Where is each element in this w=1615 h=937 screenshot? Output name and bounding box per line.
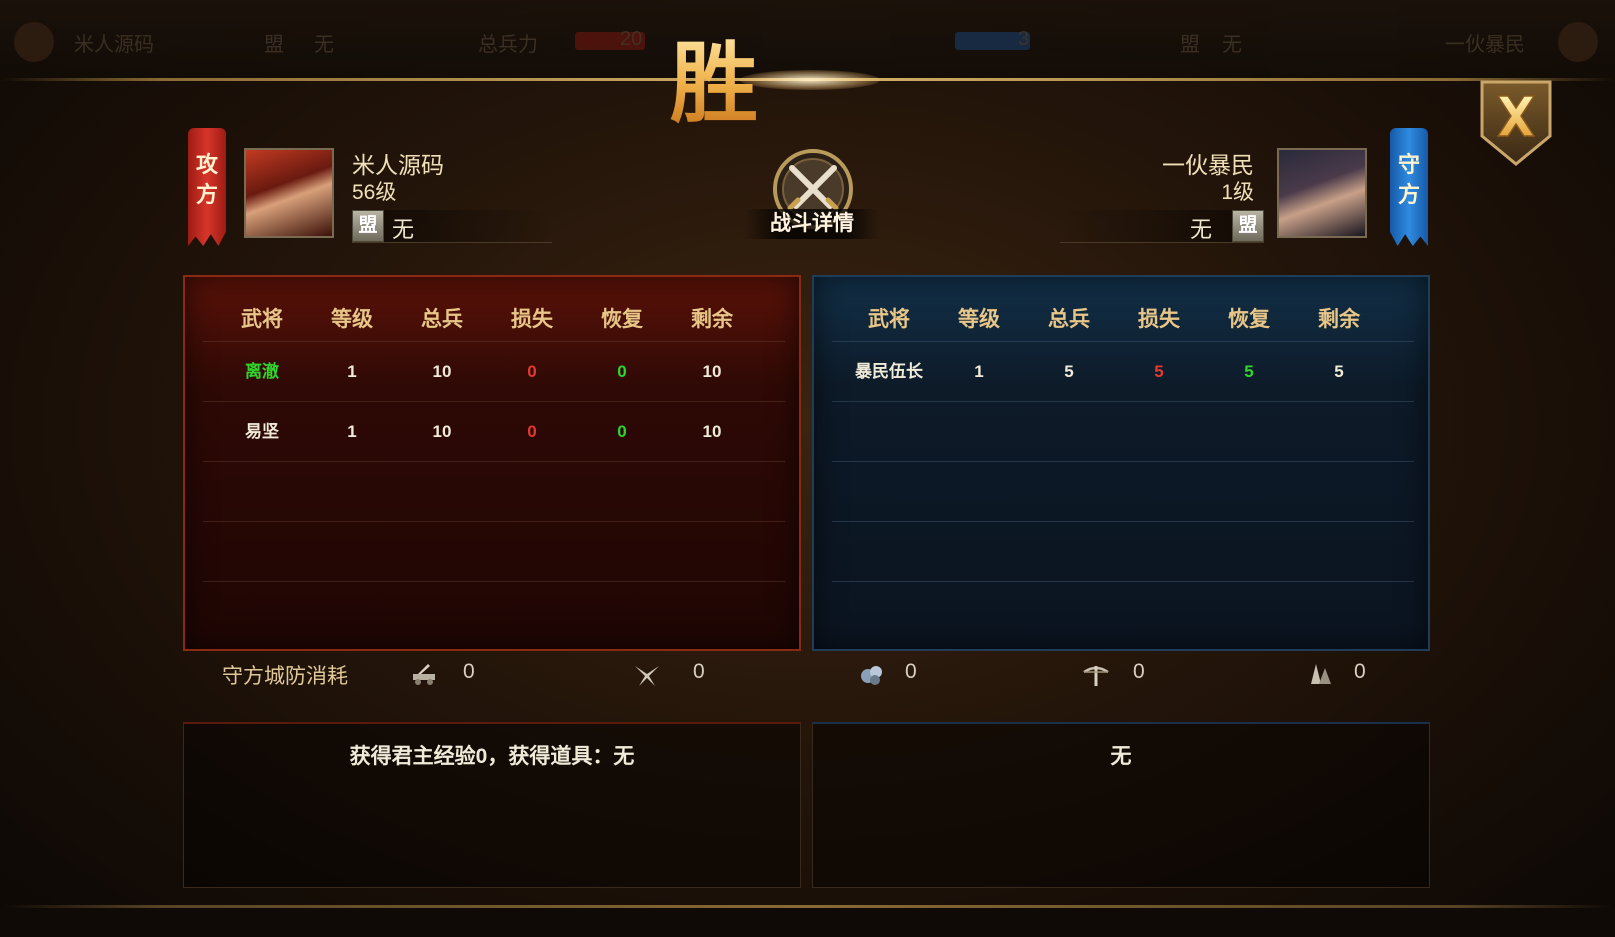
attacker-avatar[interactable] (244, 148, 334, 238)
table-row[interactable]: 易坚 1 10 0 0 10 (203, 401, 785, 462)
col-recover: 恢复 (1228, 308, 1270, 331)
attacker-reward-text: 获得君主经验0，获得道具：无 (349, 745, 635, 768)
attacker-table: 武将 等级 总兵 损失 恢复 剩余 离澈 1 10 0 0 10 易坚 1 10… (183, 275, 801, 651)
defender-avatar[interactable] (1277, 148, 1367, 238)
defender-side-ribbon: 守方 (1390, 128, 1428, 246)
general-total: 10 (432, 422, 452, 441)
general-level: 1 (347, 422, 357, 441)
attacker-level: 56级 (352, 181, 397, 204)
alliance-icon-right: 盟 (1232, 210, 1264, 242)
general-loss: 5 (1154, 362, 1164, 381)
siege-consumption-label: 守方城防消耗 (222, 665, 348, 688)
ghost-defender-alliance: 无 (1222, 34, 1242, 56)
general-remain: 10 (702, 422, 722, 441)
general-level: 1 (347, 362, 357, 381)
table-row-empty (832, 401, 1414, 462)
table-row-empty (203, 581, 785, 642)
col-general: 武将 (868, 308, 910, 331)
catapult-icon (410, 660, 438, 688)
catapult-value: 0 (463, 660, 475, 683)
spike-icon (1307, 660, 1335, 688)
col-recover: 恢复 (601, 308, 643, 331)
attacker-alliance: 无 (392, 217, 415, 242)
attacker-alliance-row: 盟 无 (352, 210, 552, 243)
attacker-side-label: 攻方 (195, 152, 218, 208)
general-loss: 0 (527, 422, 537, 441)
ghost-defender-total: 3 (1018, 28, 1030, 50)
col-loss: 损失 (1138, 308, 1180, 331)
general-name: 离澈 (245, 362, 279, 381)
general-remain: 5 (1334, 362, 1344, 381)
ghost-attacker-name: 米人源码 (74, 34, 154, 56)
attacker-table-header: 武将 等级 总兵 损失 恢复 剩余 (185, 299, 799, 341)
table-row[interactable]: 暴民伍长 1 5 5 5 5 (832, 341, 1414, 402)
ghost-alliance-icon: 盟 (264, 34, 284, 56)
ghost-defender-avatar (1558, 22, 1598, 62)
table-row-empty (832, 521, 1414, 582)
defender-reward-box: 无 (812, 722, 1430, 888)
footer-bar (0, 908, 1615, 937)
ghost-attacker-avatar (14, 22, 54, 62)
general-recover: 5 (1244, 362, 1254, 381)
col-remain: 剩余 (1318, 308, 1360, 331)
col-remain: 剩余 (691, 308, 733, 331)
crossbow-value: 0 (1133, 660, 1145, 683)
ghost-total-troops-label: 总兵力 (478, 34, 538, 56)
defender-reward-text: 无 (1110, 745, 1132, 768)
table-row-empty (203, 521, 785, 582)
caltrops-value: 0 (693, 660, 705, 683)
defender-alliance-row: 无 盟 (1060, 210, 1264, 243)
alliance-icon: 盟 (352, 210, 384, 242)
col-general: 武将 (241, 308, 283, 331)
crossbow-icon (1082, 660, 1110, 688)
general-remain: 10 (702, 362, 722, 381)
defender-level: 1级 (1221, 181, 1254, 204)
general-name: 易坚 (245, 422, 279, 441)
close-button[interactable] (1480, 78, 1552, 166)
defender-alliance: 无 (1190, 217, 1213, 242)
general-level: 1 (974, 362, 984, 381)
defender-side-label: 守方 (1397, 152, 1420, 208)
close-x-icon (1480, 80, 1552, 166)
attacker-name: 米人源码 (352, 152, 444, 178)
general-recover: 0 (617, 362, 627, 381)
defender-table: 武将 等级 总兵 损失 恢复 剩余 暴民伍长 1 5 5 5 5 (812, 275, 1430, 651)
defender-name: 一伙暴民 (1162, 152, 1254, 178)
col-level: 等级 (331, 308, 373, 331)
spike-value: 0 (1354, 660, 1366, 683)
stone-icon (858, 660, 886, 688)
battle-detail-label[interactable]: 战斗详情 (745, 209, 879, 239)
ghost-attacker-alliance: 无 (314, 34, 334, 56)
ghost-alliance-icon-right: 盟 (1180, 34, 1200, 56)
victory-title: 胜利 (670, 28, 950, 245)
ghost-defender-name: 一伙暴民 (1445, 34, 1525, 56)
table-row[interactable]: 离澈 1 10 0 0 10 (203, 341, 785, 402)
stone-value: 0 (905, 660, 917, 683)
col-total: 总兵 (1048, 308, 1090, 331)
general-recover: 0 (617, 422, 627, 441)
table-row-empty (832, 581, 1414, 642)
col-level: 等级 (958, 308, 1000, 331)
general-loss: 0 (527, 362, 537, 381)
table-row-empty (203, 461, 785, 522)
attacker-side-ribbon: 攻方 (188, 128, 226, 246)
table-row-empty (832, 461, 1414, 522)
general-name: 暴民伍长 (855, 362, 923, 381)
defender-table-header: 武将 等级 总兵 损失 恢复 剩余 (814, 299, 1428, 341)
attacker-reward-box: 获得君主经验0，获得道具：无 (183, 722, 801, 888)
general-total: 10 (432, 362, 452, 381)
ghost-attacker-total: 20 (620, 28, 643, 50)
caltrops-icon (633, 660, 661, 688)
col-loss: 损失 (511, 308, 553, 331)
general-total: 5 (1064, 362, 1074, 381)
col-total: 总兵 (421, 308, 463, 331)
